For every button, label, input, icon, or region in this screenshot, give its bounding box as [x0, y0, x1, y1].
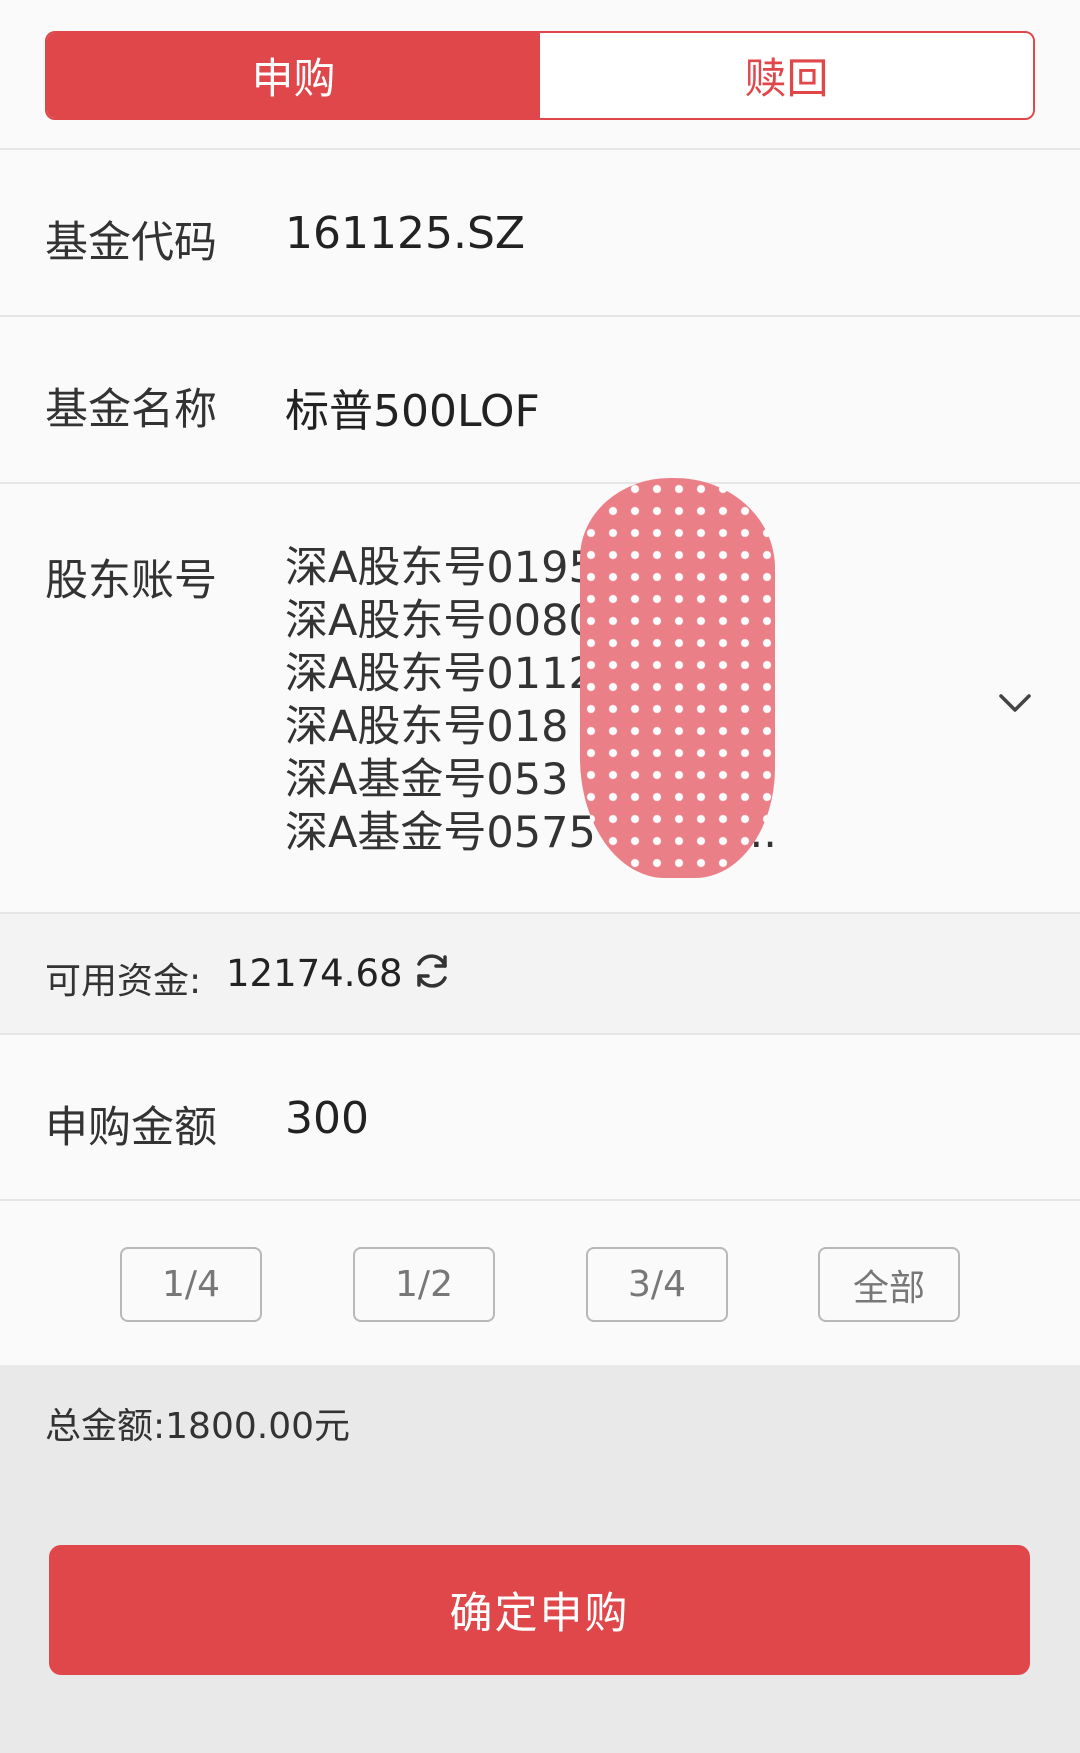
available-funds-value: 12174.68 [226, 952, 403, 995]
shareholder-account-select[interactable]: 股东账号 深A股东号0195 深A股东号0080 深A股东号0112 深A股东号… [0, 484, 1080, 914]
purchase-amount-label: 申购金额 [45, 1103, 217, 1153]
tab-bar: 申购 赎回 [0, 0, 1080, 150]
fund-name-row: 基金名称 标普500LOF [0, 317, 1080, 484]
total-label: 总金额: [45, 1406, 166, 1447]
purchase-amount-row: 申购金额 300 [0, 1035, 1080, 1201]
fund-code-row[interactable]: 基金代码 161125.SZ [0, 150, 1080, 317]
purchase-amount-input[interactable]: 300 [285, 1093, 369, 1144]
fund-code-value[interactable]: 161125.SZ [285, 208, 525, 259]
account-item-text: 深A基金号0575 [285, 808, 596, 858]
chevron-down-icon[interactable] [996, 684, 1034, 722]
tab-subscribe[interactable]: 申购 [47, 33, 540, 118]
refresh-icon[interactable] [411, 950, 453, 992]
confirm-subscribe-button[interactable]: 确定申购 [49, 1545, 1030, 1675]
segmented-tabs: 申购 赎回 [45, 31, 1035, 120]
fund-name-value: 标普500LOF [285, 386, 540, 437]
total-amount: 总金额:1800.00元 [45, 1397, 350, 1449]
available-funds-label: 可用资金: [45, 961, 202, 1002]
bottom-panel: 总金额:1800.00元 确定申购 [0, 1365, 1080, 1753]
fund-purchase-page: 申购 赎回 基金代码 161125.SZ 基金名称 标普500LOF 股东账号 … [0, 0, 1080, 1753]
total-value: 1800.00元 [165, 1406, 351, 1447]
quarter-button[interactable]: 1/4 [120, 1247, 262, 1322]
fraction-buttons: 1/4 1/2 3/4 全部 [0, 1201, 1080, 1365]
all-button[interactable]: 全部 [818, 1247, 960, 1322]
half-button[interactable]: 1/2 [353, 1247, 495, 1322]
privacy-mask [580, 478, 775, 878]
available-funds-bar: 可用资金: 12174.68 [0, 914, 1080, 1035]
shareholder-account-label: 股东账号 [45, 556, 217, 606]
fund-code-label: 基金代码 [45, 218, 217, 268]
fund-name-label: 基金名称 [45, 385, 217, 435]
three-quarter-button[interactable]: 3/4 [586, 1247, 728, 1322]
tab-redeem[interactable]: 赎回 [540, 33, 1033, 118]
